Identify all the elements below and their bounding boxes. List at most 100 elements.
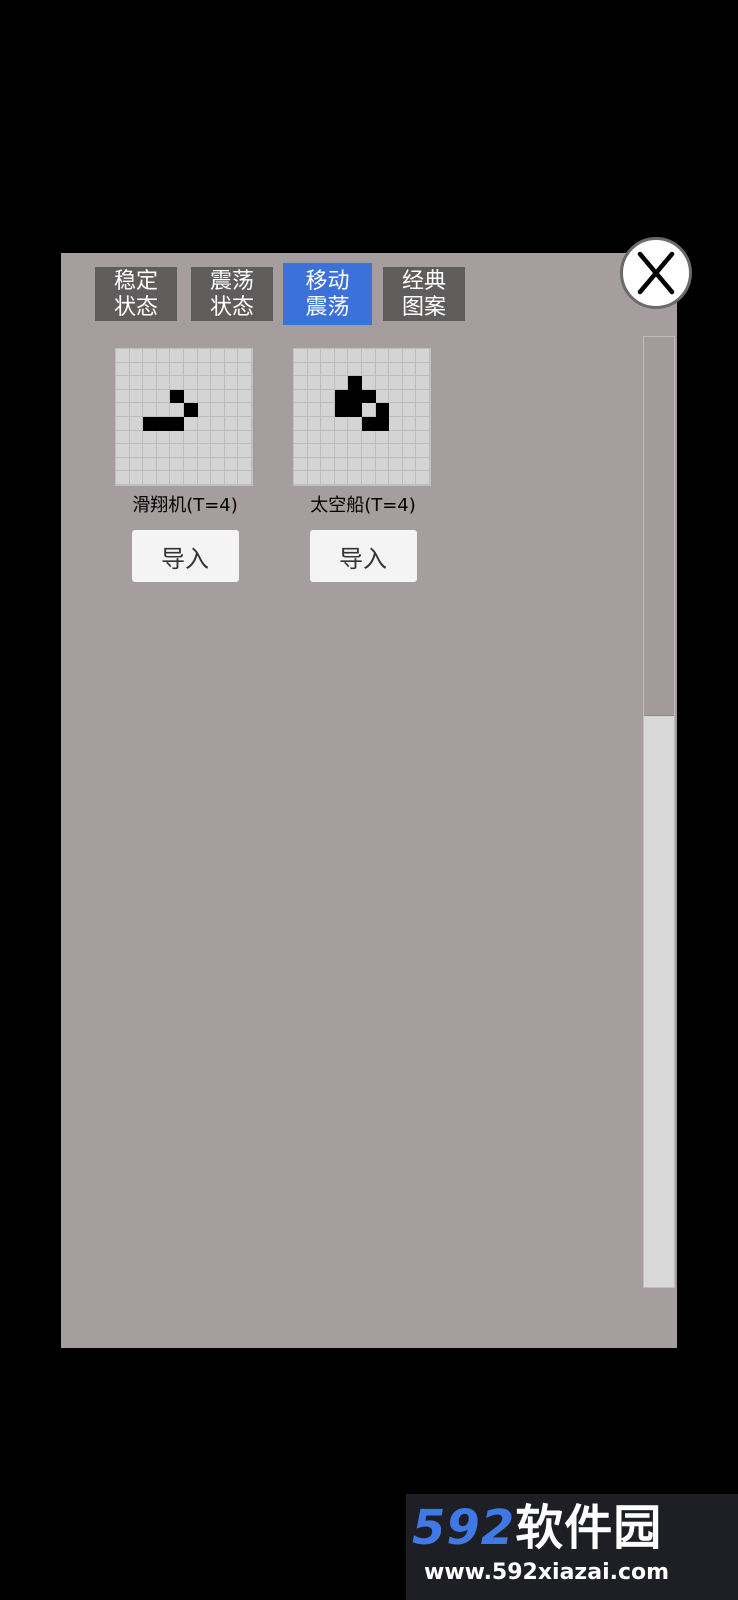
scrollbar[interactable] bbox=[643, 336, 675, 1288]
dead-cell bbox=[211, 471, 225, 485]
dead-cell bbox=[402, 417, 417, 431]
dead-cell bbox=[184, 349, 198, 363]
dead-cell bbox=[402, 430, 417, 445]
close-button[interactable] bbox=[620, 237, 692, 309]
dead-cell bbox=[321, 417, 335, 431]
dead-cell bbox=[238, 430, 252, 445]
watermark-brand-text: 软件园 bbox=[515, 1500, 663, 1556]
dead-cell bbox=[170, 457, 184, 472]
dead-cell bbox=[184, 430, 198, 445]
dead-cell bbox=[170, 471, 184, 485]
dead-cell bbox=[184, 362, 198, 377]
dead-cell bbox=[416, 457, 430, 472]
tab-classic[interactable]: 经典 图案 bbox=[383, 267, 465, 321]
dead-cell bbox=[375, 430, 390, 445]
import-button[interactable]: 导入 bbox=[309, 530, 417, 582]
dead-cell bbox=[238, 471, 252, 485]
dead-cell bbox=[170, 430, 184, 445]
live-cell bbox=[375, 403, 390, 417]
dead-cell bbox=[307, 349, 322, 363]
dead-cell bbox=[197, 457, 212, 472]
dead-cell bbox=[238, 362, 252, 377]
dead-cell bbox=[321, 444, 335, 458]
dead-cell bbox=[348, 457, 362, 472]
dead-cell bbox=[416, 362, 430, 377]
tab-stable[interactable]: 稳定 状态 bbox=[95, 267, 177, 321]
dead-cell bbox=[143, 430, 157, 445]
dead-cell bbox=[389, 389, 403, 404]
dead-cell bbox=[116, 349, 130, 363]
pattern-library-panel: 稳定 状态 震荡 状态 移动 震荡 经典 图案 滑翔机(T=4) 导入 太空船(… bbox=[61, 253, 677, 1348]
dead-cell bbox=[197, 376, 212, 390]
dead-cell bbox=[334, 430, 349, 445]
dead-cell bbox=[184, 444, 198, 458]
dead-cell bbox=[197, 444, 212, 458]
live-cell bbox=[170, 417, 184, 431]
dead-cell bbox=[294, 349, 308, 363]
dead-cell bbox=[375, 362, 390, 377]
live-cell bbox=[334, 403, 349, 417]
dead-cell bbox=[129, 417, 144, 431]
close-icon bbox=[637, 251, 675, 295]
scrollbar-thumb[interactable] bbox=[644, 337, 674, 716]
dead-cell bbox=[307, 389, 322, 404]
dead-cell bbox=[307, 457, 322, 472]
dead-cell bbox=[294, 471, 308, 485]
dead-cell bbox=[116, 389, 130, 404]
dead-cell bbox=[389, 444, 403, 458]
live-cell bbox=[375, 417, 390, 431]
dead-cell bbox=[348, 430, 362, 445]
dead-cell bbox=[416, 430, 430, 445]
dead-cell bbox=[184, 471, 198, 485]
live-cell bbox=[348, 389, 362, 404]
dead-cell bbox=[170, 349, 184, 363]
dead-cell bbox=[143, 471, 157, 485]
tab-moving[interactable]: 移动 震荡 bbox=[283, 263, 372, 325]
dead-cell bbox=[197, 417, 212, 431]
dead-cell bbox=[156, 471, 171, 485]
dead-cell bbox=[416, 349, 430, 363]
dead-cell bbox=[362, 457, 376, 472]
dead-cell bbox=[156, 362, 171, 377]
watermark-brand-number: 592 bbox=[412, 1500, 516, 1556]
dead-cell bbox=[143, 349, 157, 363]
dead-cell bbox=[129, 444, 144, 458]
dead-cell bbox=[375, 457, 390, 472]
dead-cell bbox=[116, 444, 130, 458]
dead-cell bbox=[321, 471, 335, 485]
dead-cell bbox=[307, 362, 322, 377]
dead-cell bbox=[362, 362, 376, 377]
dead-cell bbox=[224, 403, 239, 417]
dead-cell bbox=[402, 403, 417, 417]
dead-cell bbox=[375, 349, 390, 363]
dead-cell bbox=[238, 444, 252, 458]
dead-cell bbox=[156, 430, 171, 445]
dead-cell bbox=[238, 403, 252, 417]
dead-cell bbox=[307, 376, 322, 390]
dead-cell bbox=[334, 471, 349, 485]
dead-cell bbox=[402, 389, 417, 404]
dead-cell bbox=[170, 362, 184, 377]
dead-cell bbox=[389, 471, 403, 485]
dead-cell bbox=[129, 403, 144, 417]
dead-cell bbox=[389, 457, 403, 472]
dead-cell bbox=[402, 471, 417, 485]
dead-cell bbox=[321, 349, 335, 363]
dead-cell bbox=[184, 389, 198, 404]
dead-cell bbox=[224, 430, 239, 445]
dead-cell bbox=[307, 430, 322, 445]
dead-cell bbox=[224, 376, 239, 390]
dead-cell bbox=[143, 389, 157, 404]
tab-oscillating[interactable]: 震荡 状态 bbox=[191, 267, 273, 321]
dead-cell bbox=[334, 444, 349, 458]
dead-cell bbox=[224, 389, 239, 404]
dead-cell bbox=[211, 444, 225, 458]
dead-cell bbox=[238, 349, 252, 363]
dead-cell bbox=[156, 403, 171, 417]
dead-cell bbox=[321, 389, 335, 404]
dead-cell bbox=[294, 403, 308, 417]
dead-cell bbox=[224, 362, 239, 377]
import-button[interactable]: 导入 bbox=[131, 530, 239, 582]
watermark-logo: 592软件园 www.592xiazai.com bbox=[406, 1494, 738, 1600]
dead-cell bbox=[116, 376, 130, 390]
